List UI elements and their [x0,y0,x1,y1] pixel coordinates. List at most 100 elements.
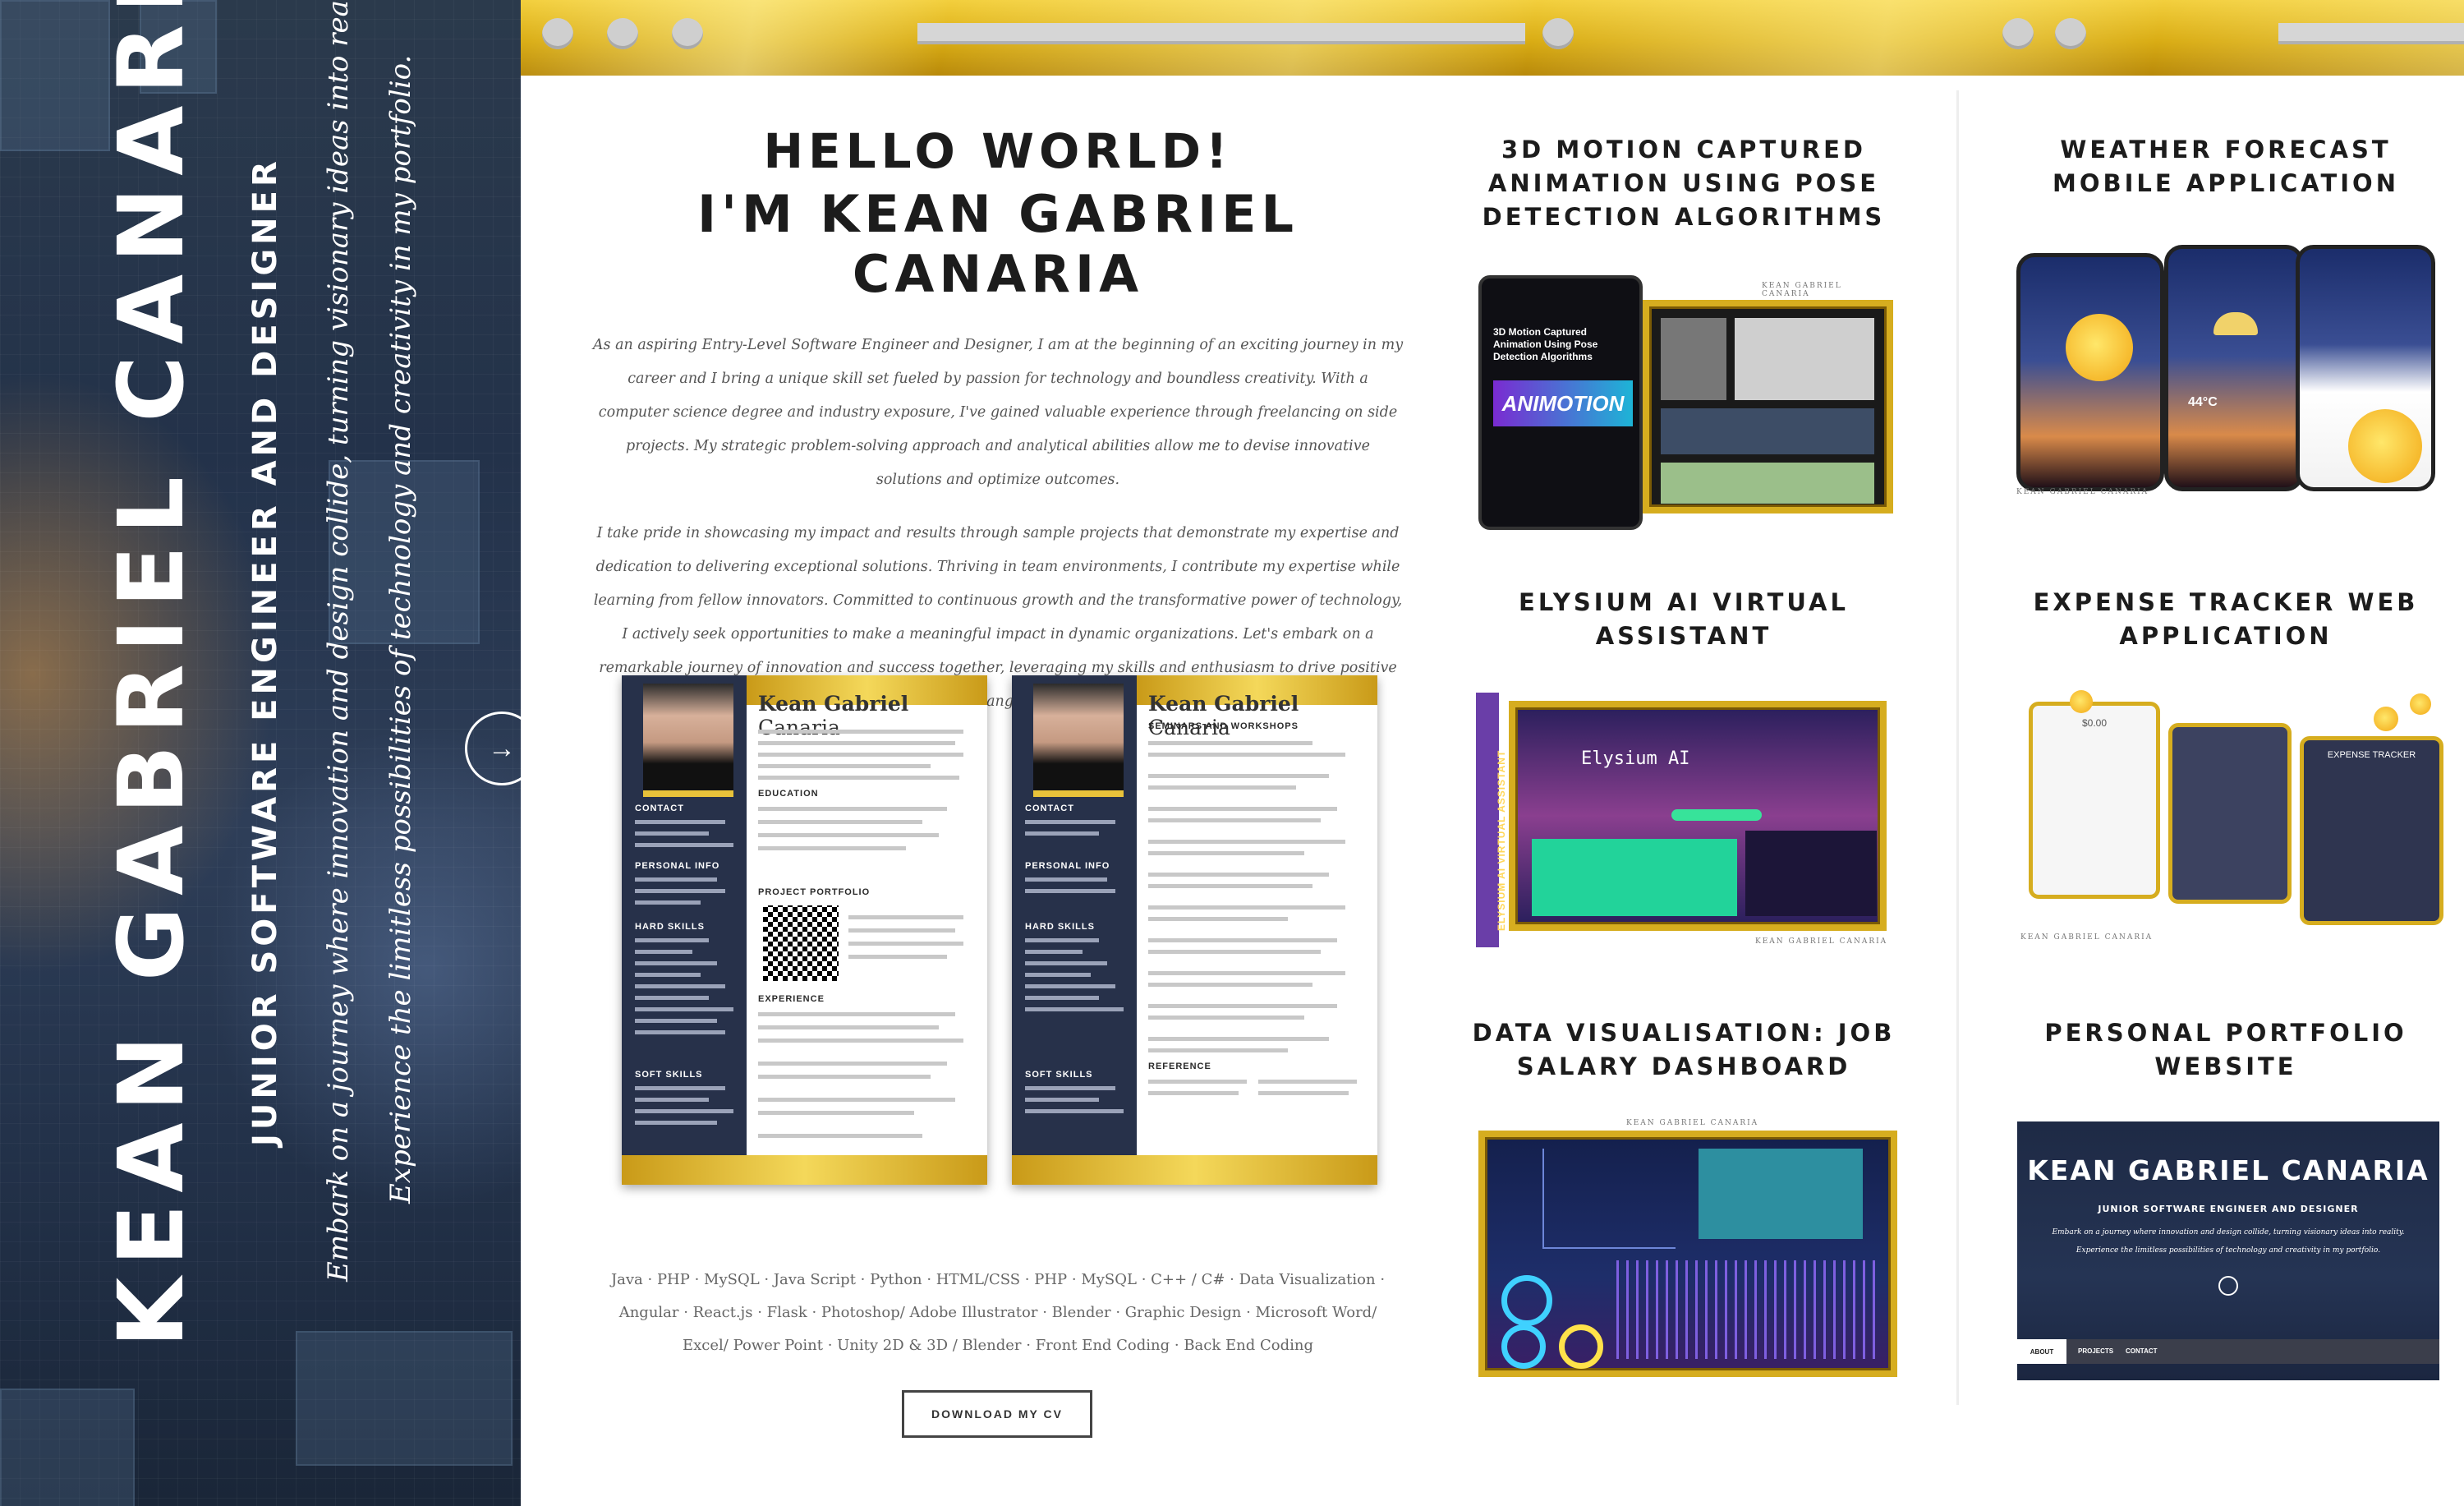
project-title-data-vis[interactable]: DATA VISUALISATION: JOB SALARY DASHBOARD [1470,1016,1897,1084]
cv-page-1[interactable]: Kean Gabriel Canaria EDUCATION PROJECT P… [622,675,987,1185]
cv-heading: EDUCATION [758,789,819,799]
cv-heading: EXPERIENCE [758,994,825,1004]
cv-side-heading: PERSONAL INFO [1025,861,1110,871]
gold-bar-track [2278,23,2464,44]
cv-text-line [1148,1080,1247,1084]
thumb-panel [1745,831,1877,916]
project-title-weather[interactable]: WEATHER FORECAST MOBILE APPLICATION [1996,133,2456,200]
cv-side-line [635,831,709,836]
cv-side-line [1025,996,1099,1000]
intro-section: HELLO WORLD! I'M KEAN GABRIEL CANARIA As… [575,123,1421,719]
thumb-frame: Elysium AI [1509,701,1887,931]
coin-icon [2070,690,2093,713]
thumb-portfolio-tagline-2: Experience the limitless possibilities o… [2076,1246,2381,1255]
cv-text-line [1148,840,1345,844]
cv-text-line [1148,741,1312,745]
cv-side-line [635,1030,725,1034]
thumb-elysium-title: Elysium AI [1581,748,1690,769]
cv-side-heading: HARD SKILLS [635,922,705,932]
project-thumb-weather[interactable]: 44°C KEAN GABRIEL CANARIA [2016,245,2439,500]
cv-text-line [1148,851,1304,855]
cv-heading: SEMINARS AND WORKSHOPS [1148,721,1299,731]
hero-panel: KEAN GABRIEL CANARIA JUNIOR SOFTWARE ENG… [0,0,521,1506]
cv-side-line [635,1086,725,1090]
project-thumb-motion-capture[interactable]: 3D Motion Captured Animation Using Pose … [1478,275,1893,530]
thumb-temperature: 44°C [2188,395,2218,409]
thumb-arrow-icon [2218,1276,2238,1296]
cv-text-line [758,807,947,811]
cv-photo [643,684,733,797]
cv-text-line [1148,1004,1337,1008]
cv-first-name: Kean Gabriel [1148,692,1299,716]
cv-page-2[interactable]: Kean Gabriel Canaria SEMINARS AND WORKSH… [1012,675,1377,1185]
intro-title: HELLO WORLD! I'M KEAN GABRIEL CANARIA [575,123,1421,304]
project-title-motion-capture[interactable]: 3D MOTION CAPTURED ANIMATION USING POSE … [1470,133,1897,234]
cv-text-line [1148,1091,1239,1095]
cv-text-line [1148,774,1329,778]
cv-side-line [635,984,725,988]
hero-bg-block [0,0,110,151]
cv-side-heading: SOFT SKILLS [635,1070,703,1080]
gold-bar-dot [607,18,638,49]
cv-side-heading: CONTACT [1025,804,1074,813]
hero-role: JUNIOR SOFTWARE ENGINEER AND DESIGNER [246,157,284,1146]
cv-text-line [758,846,906,850]
top-gold-bar [521,0,2464,76]
cv-text-line [758,764,931,768]
thumb-phone-dark [2168,723,2292,904]
coin-icon [2410,693,2431,715]
hero-name: KEAN GABRIEL CANARIA [99,0,204,1347]
thumb-animotion-logo: ANIMOTION [1493,380,1633,426]
cv-text-line [848,955,947,959]
arrow-right-icon: → [488,732,516,764]
cv-side-line [1025,938,1099,942]
cv-text-line [1258,1091,1349,1095]
thumb-expense-title: EXPENSE TRACKER [2327,750,2416,760]
cv-text-line [758,1111,914,1115]
cv-side-heading: HARD SKILLS [1025,922,1095,932]
project-title-portfolio[interactable]: PERSONAL PORTFOLIO WEBSITE [1996,1016,2456,1084]
cv-side-line [635,950,692,954]
thumb-chart-area [1542,1149,1676,1249]
cv-side-line [1025,889,1115,893]
cv-heading: REFERENCE [1148,1062,1211,1071]
thumb-nav-about: ABOUT [2017,1339,2066,1364]
project-title-expense[interactable]: EXPENSE TRACKER WEB APPLICATION [1996,586,2456,653]
thumb-side-band: ELYSIUM AI VIRTUAL ASSISTANT [1476,693,1507,947]
project-thumb-portfolio[interactable]: KEAN GABRIEL CANARIA JUNIOR SOFTWARE ENG… [2017,1121,2439,1380]
thumb-figure [1661,463,1874,504]
phone-mockup: 3D Motion Captured Animation Using Pose … [1478,275,1643,530]
project-title-elysium[interactable]: ELYSIUM AI VIRTUAL ASSISTANT [1470,586,1897,653]
cv-text-line [1148,807,1337,811]
cv-text-line [758,1075,931,1079]
cv-side-line [1025,877,1107,882]
cv-qr-code [763,905,839,981]
intro-paragraph-1: As an aspiring Entry-Level Software Engi… [592,337,1404,488]
gold-bar-dot [2002,18,2034,49]
cv-first-name: Kean Gabriel [758,692,909,716]
download-cv-button[interactable]: DOWNLOAD MY CV [902,1390,1092,1438]
cv-side-line [635,877,717,882]
cv-side-line [1025,973,1091,977]
cv-last-name: Canaria [758,716,840,739]
cv-text-line [848,915,963,919]
thumb-figure [1661,408,1874,454]
column-divider [1956,90,1959,1405]
thumb-phone-light: $0.00 [2029,702,2160,899]
scroll-arrow-button[interactable]: → [465,712,539,785]
thumb-pill [1671,809,1762,821]
thumb-frame [1478,1131,1897,1377]
cv-side-line [635,1098,709,1102]
cv-text-line [848,942,963,946]
thumb-caption: KEAN GABRIEL CANARIA [1626,1119,1759,1127]
project-thumb-data-vis[interactable]: KEAN GABRIEL CANARIA [1478,1119,1897,1382]
cv-side-line [635,996,709,1000]
cv-text-line [1148,818,1321,822]
cv-side-line [1025,950,1083,954]
cv-text-line [758,1025,939,1029]
thumb-figure [1735,318,1874,400]
hero-tagline-1: Embark on a journey where innovation and… [322,0,355,1282]
project-thumb-expense[interactable]: $0.00 EXPENSE TRACKER KEAN GABRIEL CANAR… [2020,690,2448,945]
project-thumb-elysium[interactable]: ELYSIUM AI VIRTUAL ASSISTANT Elysium AI … [1476,693,1893,947]
cv-side-line [1025,1007,1124,1011]
